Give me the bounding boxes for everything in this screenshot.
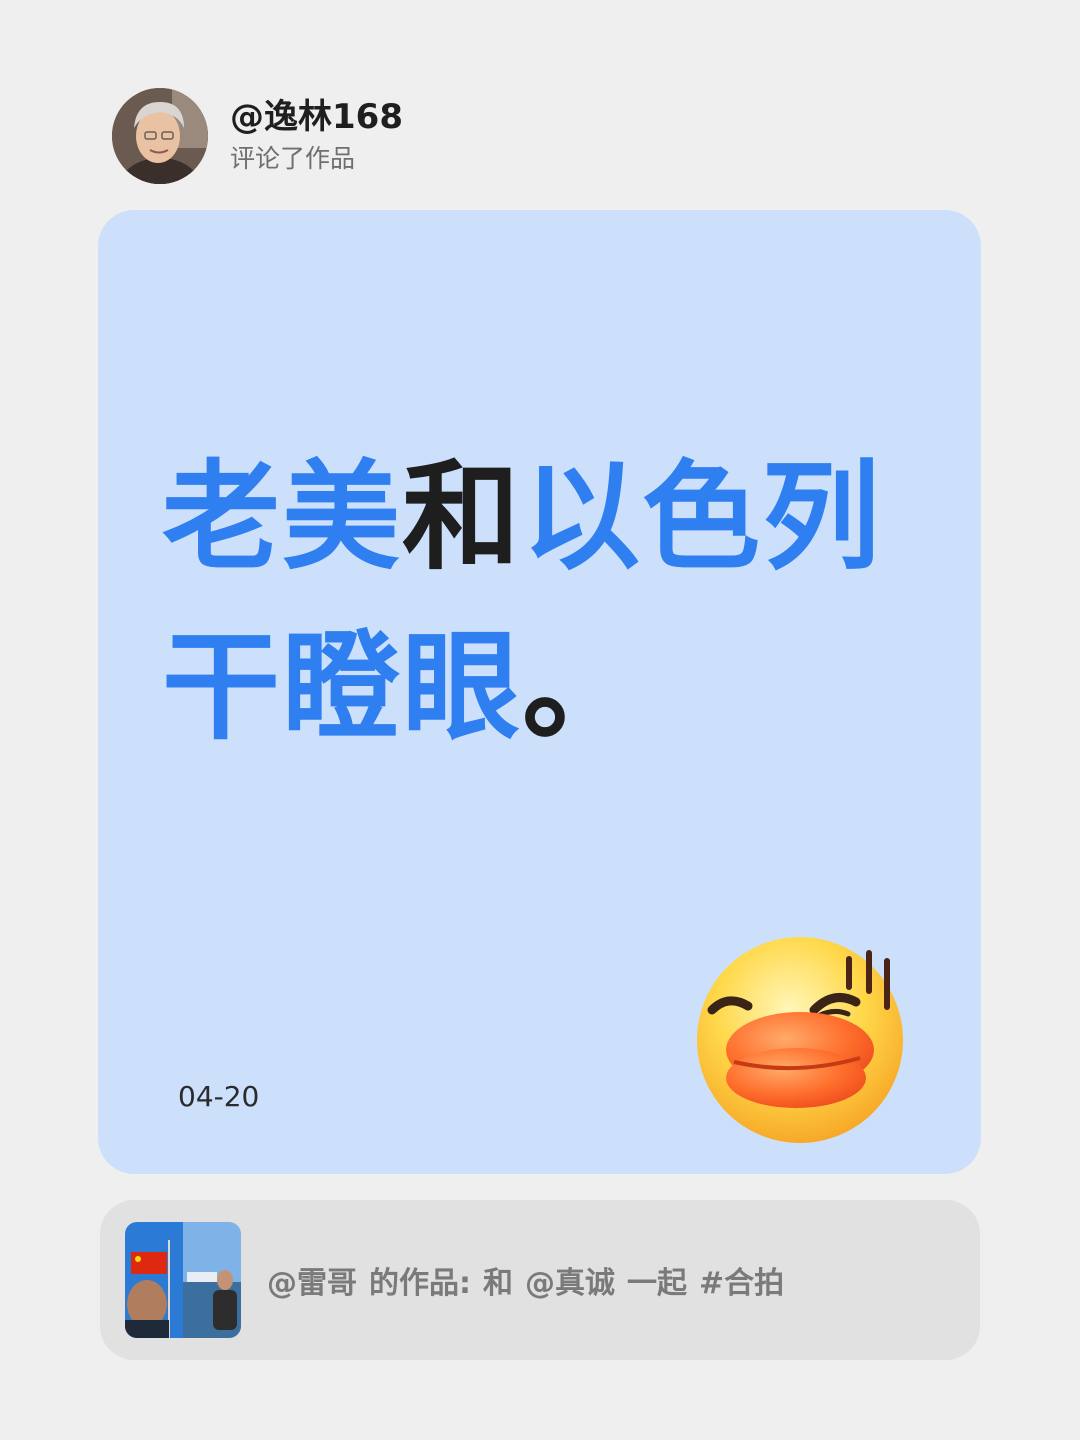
comment-text: 老美和以色列干瞪眼。 [162,432,942,772]
comment-action-label: 评论了作品 [230,144,356,173]
comment-card: 老美和以色列干瞪眼。 04-20 [98,210,981,1174]
original-work-link[interactable]: @雷哥 的作品: 和 @真诚 一起 #合拍 [100,1200,980,1360]
username[interactable]: @逸林168 [230,95,403,139]
user-avatar[interactable] [112,88,208,184]
author-mention[interactable]: @雷哥 [267,1266,357,1301]
comment-share-page: @逸林168 评论了作品 老美和以色列干瞪眼。 04-20 @雷哥 的作品: 和… [0,0,1080,1440]
comment-text-segment: 。 [522,618,643,756]
together-word: 一起 [627,1266,687,1301]
comment-header: @逸林168 评论了作品 [112,88,403,184]
original-work-caption: @雷哥 的作品: 和 @真诚 一起 #合拍 [267,1258,784,1302]
user-meta: @逸林168 评论了作品 [230,95,403,177]
of-work-label: 的作品: [369,1266,471,1301]
comment-text-segment: 和 [402,448,523,586]
duck-face-emoji-icon [688,928,918,1148]
work-thumbnail[interactable] [125,1222,241,1338]
comment-text-segment: 老美 [162,448,403,586]
partner-mention[interactable]: @真诚 [525,1266,615,1301]
duet-hashtag[interactable]: #合拍 [699,1266,784,1301]
comment-date: 04-20 [178,1080,260,1113]
with-word: 和 [483,1266,513,1301]
